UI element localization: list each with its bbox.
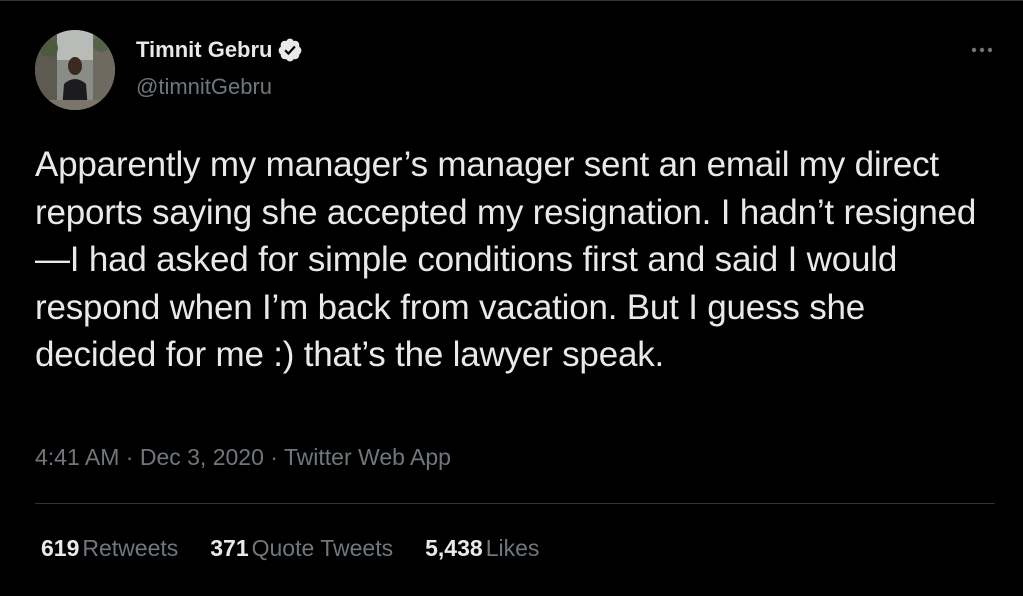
- retweets-count: 619: [41, 535, 80, 561]
- more-horizontal-icon: [971, 47, 993, 53]
- author-display-name[interactable]: Timnit Gebru: [136, 37, 303, 63]
- verified-badge-icon: [277, 37, 303, 63]
- tweet-card: Timnit Gebru @timnitGebru Apparently my …: [0, 0, 1023, 596]
- likes-stat[interactable]: 5,438 Likes: [425, 535, 539, 562]
- tweet-text: Apparently my manager’s manager sent an …: [35, 145, 977, 374]
- retweets-label: Retweets: [82, 535, 179, 561]
- meta-separator: ·: [119, 444, 140, 470]
- likes-label: Likes: [485, 535, 540, 561]
- meta-separator-2: ·: [263, 444, 284, 470]
- avatar[interactable]: [35, 30, 115, 110]
- retweets-stat[interactable]: 619 Retweets: [41, 535, 178, 562]
- tweet-time-link[interactable]: 4:41 AM: [35, 444, 119, 470]
- likes-count: 5,438: [425, 535, 483, 561]
- profile-photo: [35, 30, 115, 110]
- quote-tweets-label: Quote Tweets: [251, 535, 394, 561]
- quote-tweets-count: 371: [210, 535, 249, 561]
- quote-tweets-stat[interactable]: 371 Quote Tweets: [210, 535, 393, 562]
- tweet-date-link[interactable]: Dec 3, 2020: [140, 444, 264, 470]
- tweet-metadata: 4:41 AM · Dec 3, 2020 · Twitter Web App: [35, 444, 451, 471]
- divider: [35, 503, 995, 504]
- more-options-button[interactable]: [966, 34, 998, 66]
- engagement-stats: 619 Retweets 371 Quote Tweets 5,438 Likes: [41, 535, 539, 562]
- author-name-text[interactable]: Timnit Gebru: [136, 37, 273, 63]
- author-handle[interactable]: @timnitGebru: [136, 74, 272, 100]
- tweet-source-link[interactable]: Twitter Web App: [284, 444, 451, 470]
